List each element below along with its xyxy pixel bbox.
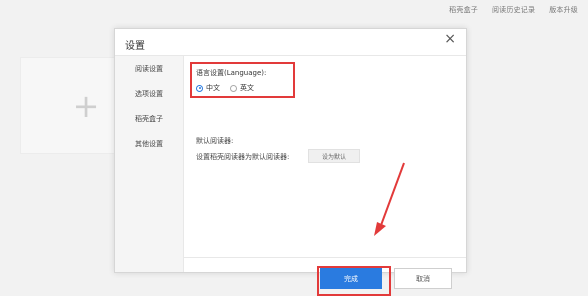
language-option-chinese-label: 中文 [206,84,220,92]
cancel-button[interactable]: 取消 [394,268,452,289]
settings-content: 语言设置(Language): 中文 英文 默认阅读器: 设置稻壳阅读器为默认阅… [184,56,466,296]
topnav-item-docer-box[interactable]: 稻壳盒子 [449,5,478,15]
top-nav: 稻壳盒子 阅读历史记录 版本升级 [449,0,588,20]
settings-sidebar: 阅读设置 选项设置 稻壳盒子 其他设置 [115,56,184,272]
default-reader-label: 默认阅读器: [196,137,234,145]
done-button[interactable]: 完成 [320,268,382,289]
footer-divider [184,257,466,258]
sidebar-item-reading-settings[interactable]: 阅读设置 [115,56,183,81]
set-default-button[interactable]: 设为默认 [308,149,360,163]
settings-dialog: 设置 × 阅读设置 选项设置 稻壳盒子 其他设置 语言设置(Language):… [114,28,467,296]
language-option-chinese[interactable]: 中文 [196,83,220,93]
dialog-header: 设置 × [115,29,466,56]
language-radio-group: 中文 英文 [196,83,254,93]
language-label: 语言设置(Language): [196,69,267,77]
plus-icon: + [72,86,100,125]
sidebar-item-other-settings[interactable]: 其他设置 [115,131,183,156]
sidebar-item-option-settings[interactable]: 选项设置 [115,81,183,106]
close-icon[interactable]: × [444,32,456,46]
topnav-item-reading-history[interactable]: 阅读历史记录 [492,5,535,15]
language-section-highlight: 语言设置(Language): 中文 英文 [190,62,295,98]
default-reader-description: 设置稻壳阅读器为默认阅读器: [196,153,290,161]
language-option-english[interactable]: 英文 [230,83,254,93]
topnav-item-upgrade[interactable]: 版本升级 [549,5,578,15]
radio-checked-icon [196,84,203,92]
sidebar-item-docer-box[interactable]: 稻壳盒子 [115,106,183,131]
language-option-english-label: 英文 [240,84,254,92]
radio-unchecked-icon [230,84,237,92]
dialog-title: 设置 [125,41,145,52]
